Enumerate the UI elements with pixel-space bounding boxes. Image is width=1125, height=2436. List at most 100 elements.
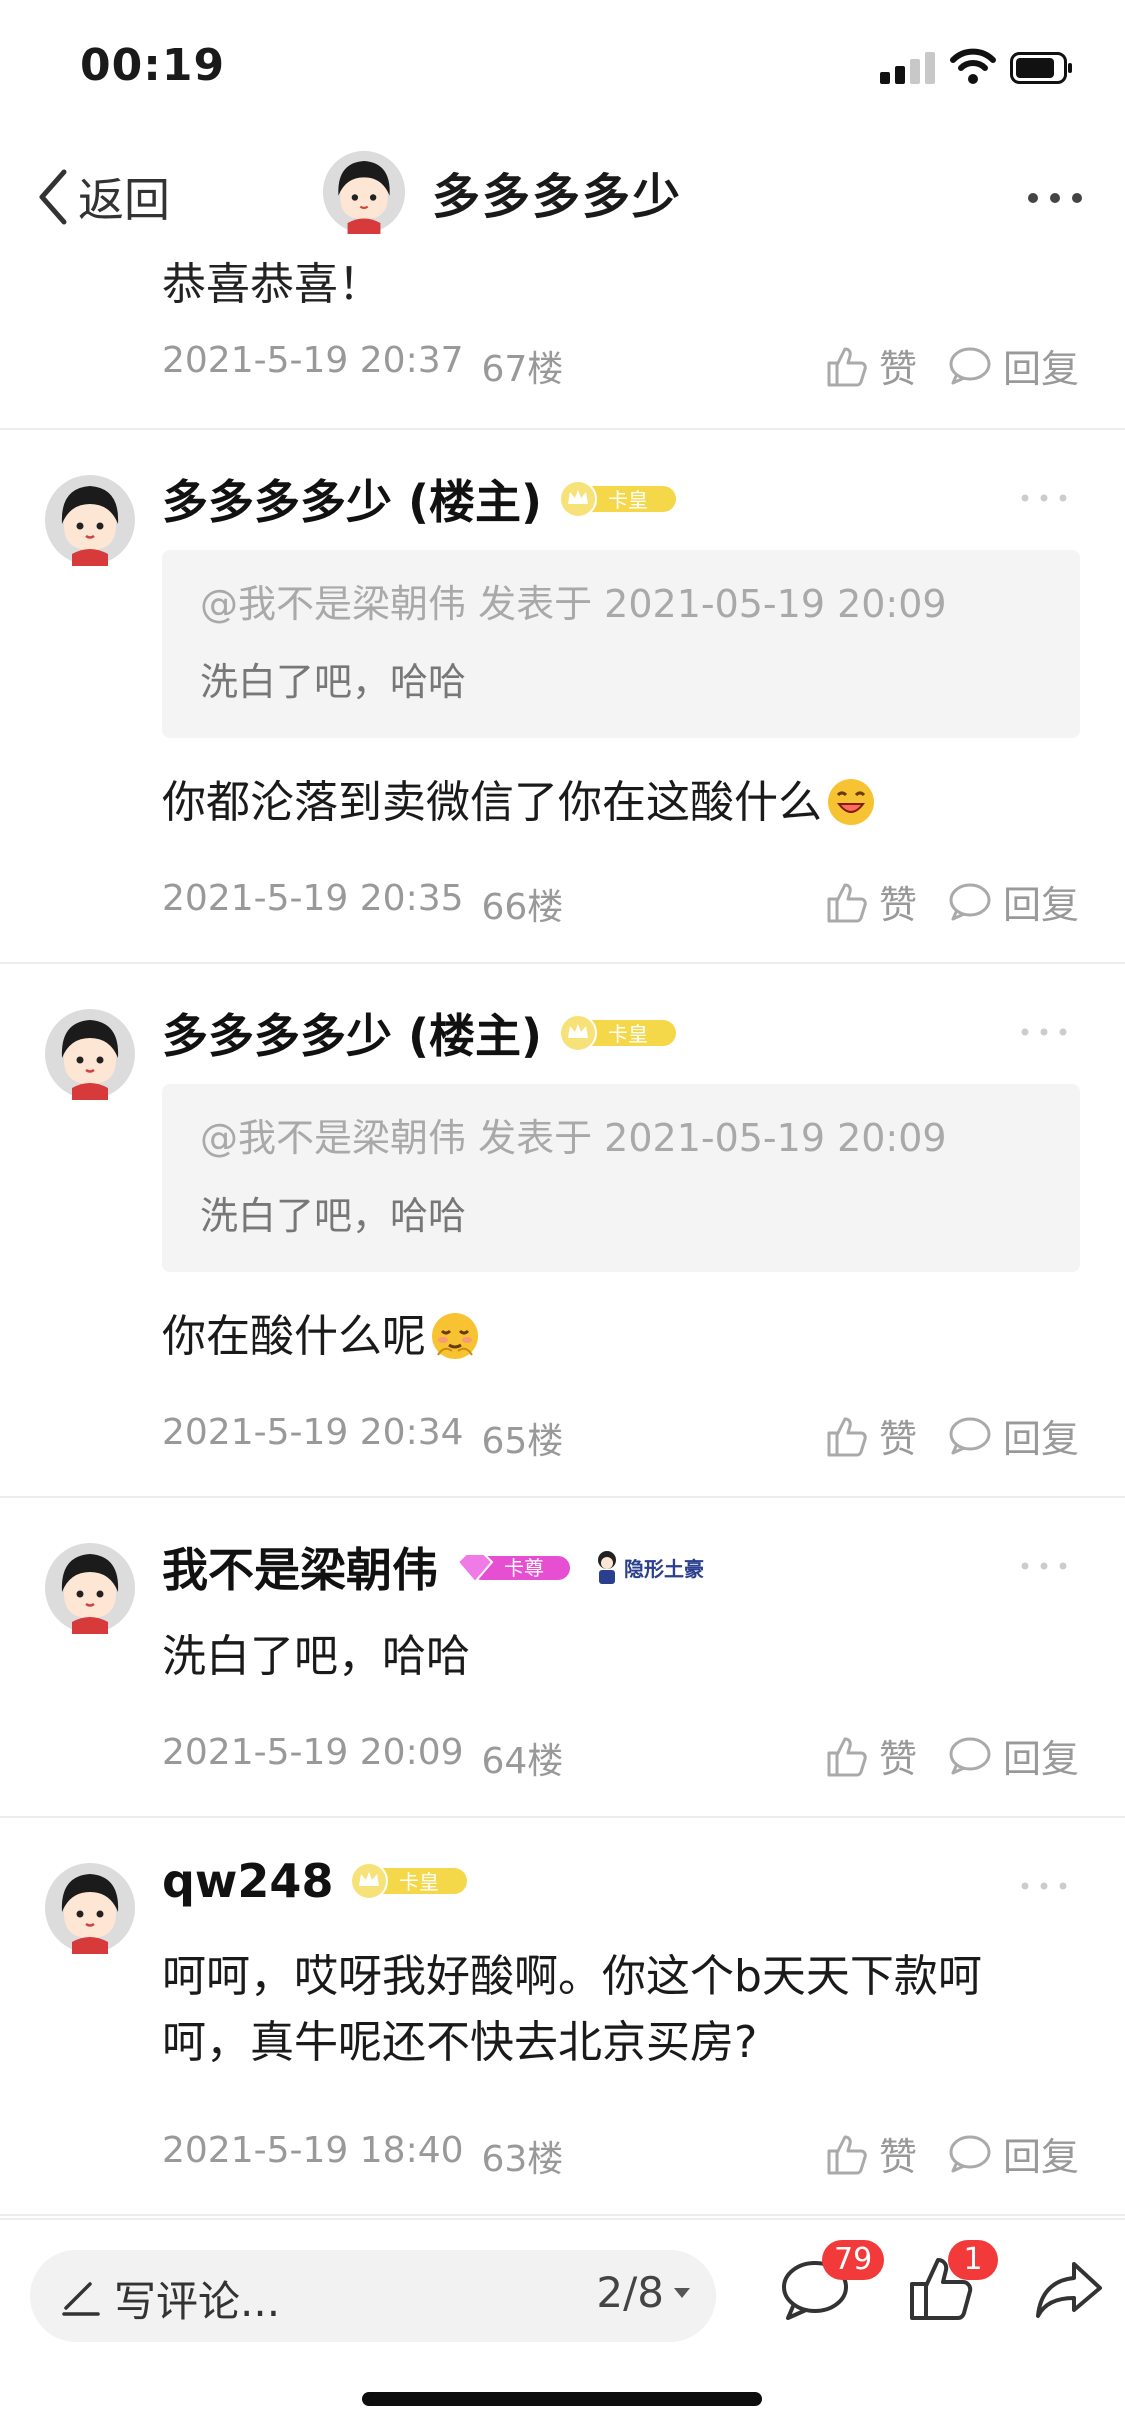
comment-text-line: 呵呵，哎呀我好酸啊。你这个b天天下款呵 — [162, 1951, 982, 2002]
badge-label: 卡皇 — [399, 1870, 439, 1894]
thumbs-up-icon — [827, 1737, 867, 1776]
like-button[interactable]: 赞 — [823, 2126, 917, 2181]
reply-button[interactable]: 回复 — [947, 1728, 1079, 1783]
more-icon[interactable] — [1019, 488, 1069, 508]
quoted-comment[interactable]: @我不是梁朝伟 发表于 2021-05-19 20:09 洗白了吧，哈哈 — [162, 550, 1080, 738]
comment-meta: 2021-5-19 20:37 67楼 — [162, 340, 563, 392]
reply-button[interactable]: 回复 — [947, 874, 1079, 929]
comment-meta: 2021-5-19 20:34 65楼 — [162, 1412, 563, 1464]
comment-text: 洗白了吧，哈哈 — [162, 1631, 470, 1682]
author-name[interactable]: qw248 — [162, 1854, 333, 1908]
comment-date: 2021-5-19 18:40 — [162, 2130, 464, 2171]
thumbs-up-icon — [827, 2135, 867, 2174]
page-selector[interactable]: 2/8 — [596, 2268, 692, 2317]
avatar[interactable] — [44, 1862, 136, 1954]
avatar[interactable] — [44, 474, 136, 566]
like-button[interactable]: 赞 — [823, 874, 917, 929]
badge2-label: 隐形土豪 — [624, 1556, 704, 1581]
quote-meta: @我不是梁朝伟 发表于 2021-05-19 20:09 — [200, 1116, 947, 1160]
comment-meta: 2021-5-19 20:09 64楼 — [162, 1732, 563, 1784]
nav-title: 多多多多少 — [432, 169, 683, 225]
laughing-emoji-icon — [828, 779, 874, 825]
thread-page: 00:19 恭喜恭喜！ 2021-5-19 20:37 67楼 赞 回复 返回 … — [0, 0, 1125, 2436]
reply-button[interactable]: 回复 — [947, 2126, 1079, 2181]
like-button[interactable]: 赞 — [823, 338, 917, 393]
comment-header: qw248 卡皇 — [162, 1854, 469, 1908]
like-label: 赞 — [878, 1417, 917, 1461]
like-label: 赞 — [878, 347, 917, 391]
badge-label: 卡尊 — [504, 1556, 544, 1580]
composer-placeholder: 写评论... — [114, 2277, 281, 2326]
crown-badge: 卡皇 — [558, 1014, 678, 1052]
tycoon-icon — [598, 1551, 616, 1584]
comment-text: 你都沦落到卖微信了你在这酸什么 — [162, 777, 822, 828]
diamond-badge: 卡尊 — [454, 1548, 574, 1586]
comment-meta: 2021-5-19 20:35 66楼 — [162, 878, 563, 930]
comment-date: 2021-5-19 20:09 — [162, 1732, 464, 1773]
battery-icon — [1010, 52, 1072, 84]
nav-author[interactable]: 多多多多少 — [322, 150, 682, 234]
comment-bubble-icon — [949, 2135, 991, 2172]
home-indicator — [362, 2392, 762, 2406]
diamond-icon: 卡尊 — [456, 1553, 570, 1584]
page-indicator: 2/8 — [596, 2268, 664, 2317]
more-icon[interactable] — [1019, 1556, 1069, 1576]
avatar[interactable] — [44, 1008, 136, 1100]
author-name[interactable]: 多多多多少 (楼主) — [162, 1000, 542, 1066]
quote-meta: @我不是梁朝伟 发表于 2021-05-19 20:09 — [200, 582, 947, 626]
reply-label: 回复 — [1002, 883, 1079, 927]
comment-body: 你都沦落到卖微信了你在这酸什么 — [162, 770, 1082, 836]
comment-floor: 64楼 — [481, 1741, 564, 1782]
back-label: 返回 — [78, 173, 170, 227]
crown-badge: 卡皇 — [558, 480, 678, 518]
comment-body: 呵呵，哎呀我好酸啊。你这个b天天下款呵 呵，真牛呢还不快去北京买房? — [162, 1944, 1082, 2076]
badge-label: 卡皇 — [608, 1022, 648, 1046]
comment-item: 多多多多少 (楼主) 卡皇 @我不是梁朝伟 发表于 2021-05-19 20:… — [0, 430, 1125, 964]
comment-item-partial: 恭喜恭喜！ 2021-5-19 20:37 67楼 赞 回复 — [0, 240, 1125, 430]
comment-text-line: 呵，真牛呢还不快去北京买房? — [162, 2017, 758, 2068]
more-icon[interactable] — [1019, 1876, 1069, 1896]
avatar — [322, 150, 406, 234]
more-icon[interactable] — [1019, 1022, 1069, 1042]
wifi-icon — [950, 48, 996, 84]
comment-actions: 赞 回复 — [823, 874, 1079, 929]
comment-text: 你在酸什么呢 — [162, 1311, 426, 1362]
comment-actions: 赞 回复 — [823, 2126, 1079, 2181]
like-label: 赞 — [878, 883, 917, 927]
reply-label: 回复 — [1002, 1737, 1079, 1781]
like-button[interactable]: 赞 — [823, 1728, 917, 1783]
author-name[interactable]: 多多多多少 (楼主) — [162, 466, 542, 532]
comment-floor: 65楼 — [481, 1421, 564, 1462]
author-name[interactable]: 我不是梁朝伟 — [162, 1534, 438, 1600]
crown-icon: 卡皇 — [350, 1862, 468, 1900]
thumbs-up-icon — [827, 883, 867, 922]
reply-button[interactable]: 回复 — [947, 338, 1079, 393]
like-button[interactable]: 赞 — [823, 1408, 917, 1463]
reply-label: 回复 — [1002, 1417, 1079, 1461]
comment-item: 多多多多少 (楼主) 卡皇 @我不是梁朝伟 发表于 2021-05-19 20:… — [0, 964, 1125, 1498]
comment-item: 我不是梁朝伟 卡尊 隐形土豪 洗白了吧，哈哈 2021-5-19 20:09 6… — [0, 1498, 1125, 1818]
shy-emoji-icon — [432, 1313, 478, 1359]
nav-bar: 返回 多多多多少 — [0, 140, 1125, 260]
crown-icon: 卡皇 — [559, 1014, 677, 1052]
like-count-badge: 1 — [948, 2240, 998, 2280]
comment-header: 多多多多少 (楼主) 卡皇 — [162, 1000, 678, 1066]
comment-floor: 67楼 — [481, 349, 564, 390]
comment-actions: 赞 回复 — [823, 1408, 1079, 1463]
share-icon[interactable] — [1032, 2252, 1106, 2326]
comment-composer[interactable]: 写评论... 2/8 — [30, 2250, 716, 2342]
comment-actions: 赞 回复 — [823, 1728, 1079, 1783]
comment-meta: 2021-5-19 18:40 63楼 — [162, 2130, 563, 2182]
comment-floor: 63楼 — [481, 2139, 564, 2180]
thumbs-up-icon — [827, 347, 867, 386]
back-button[interactable]: 返回 — [36, 162, 170, 232]
quoted-comment[interactable]: @我不是梁朝伟 发表于 2021-05-19 20:09 洗白了吧，哈哈 — [162, 1084, 1080, 1272]
comment-bubble-icon — [949, 1737, 991, 1774]
crown-icon: 卡皇 — [559, 480, 677, 518]
more-icon[interactable] — [1025, 178, 1085, 218]
reply-button[interactable]: 回复 — [947, 1408, 1079, 1463]
avatar[interactable] — [44, 1542, 136, 1634]
signal-icon — [880, 50, 936, 84]
comment-bubble-icon — [949, 347, 991, 384]
thumbs-up-icon — [827, 1417, 867, 1456]
